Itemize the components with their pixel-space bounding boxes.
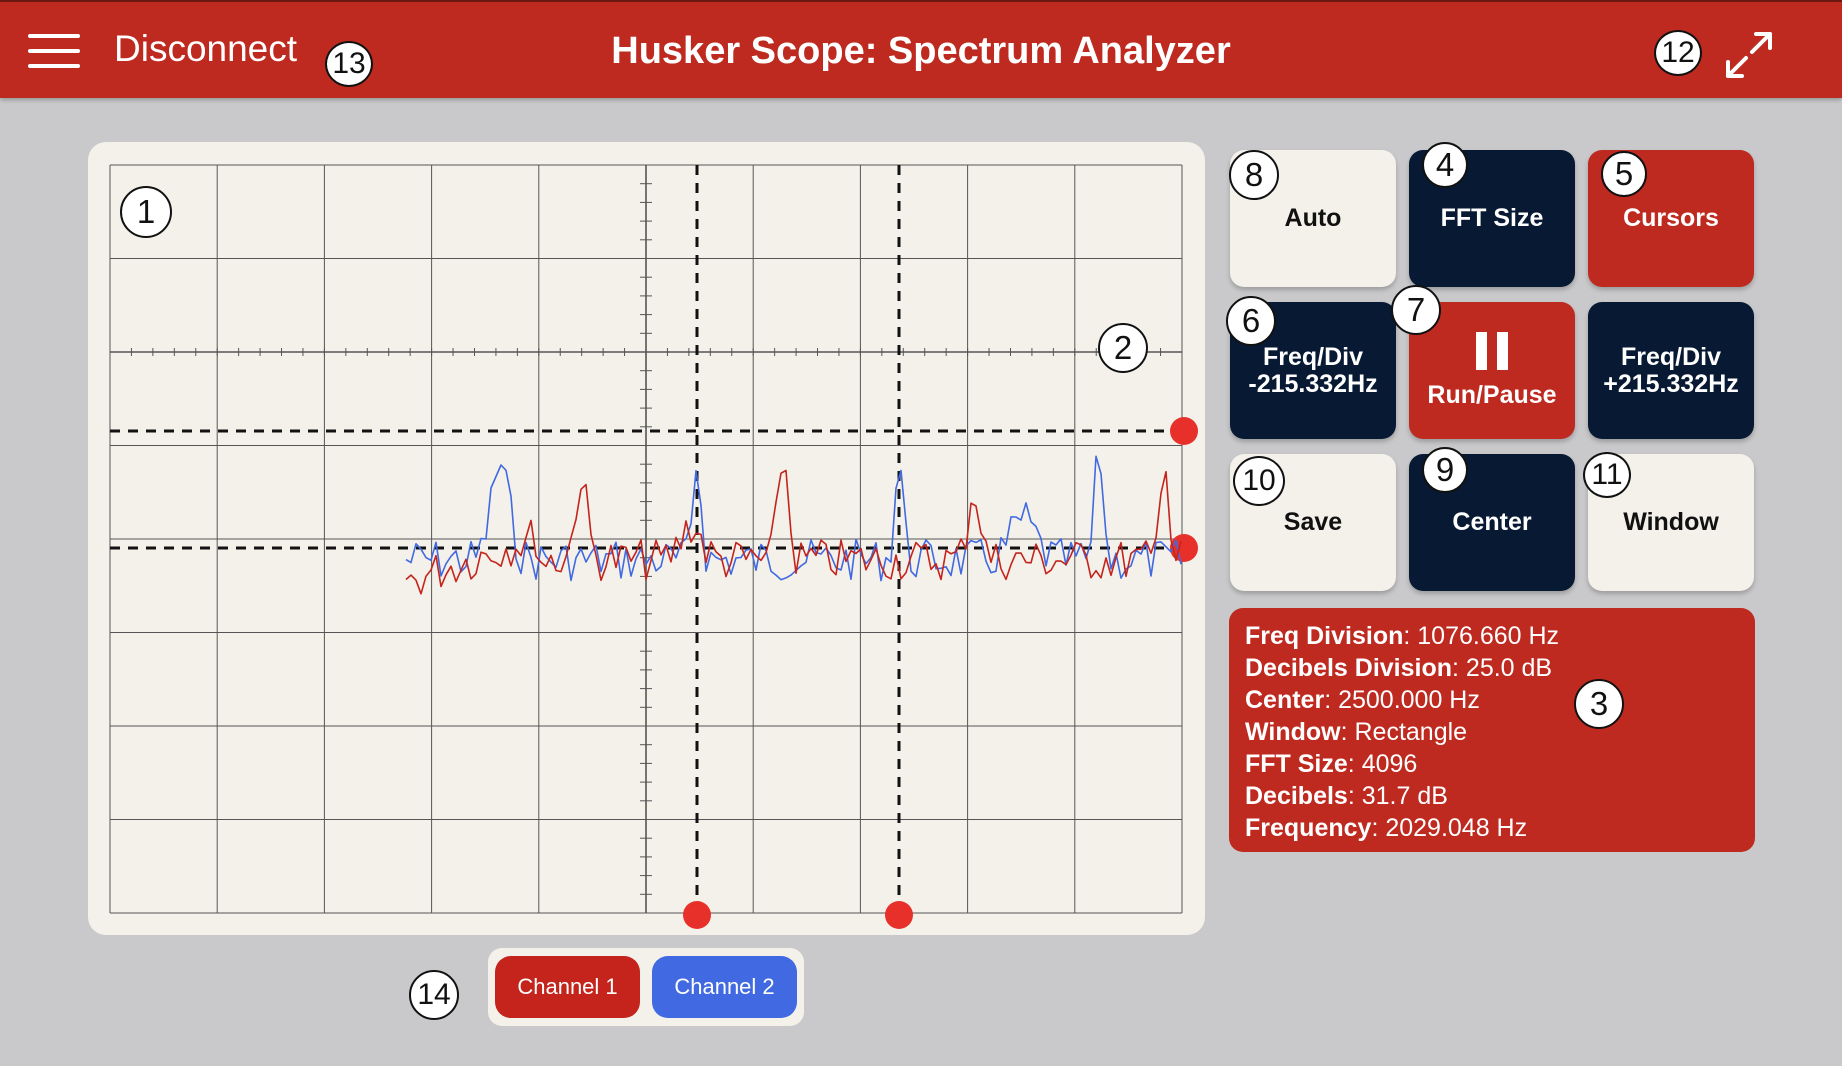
run-pause-label: Run/Pause: [1427, 381, 1557, 409]
callout-2: 2: [1098, 323, 1148, 373]
info-frequency: Frequency: 2029.048 Hz: [1245, 814, 1528, 842]
window-label: Window: [1623, 508, 1719, 536]
channel-selector: Channel 1 Channel 2: [488, 948, 804, 1026]
callout-3: 3: [1574, 679, 1624, 729]
spectrum-plot[interactable]: [88, 142, 1205, 935]
channel-2-trace: [405, 455, 1182, 582]
info-decibels: Decibels: 31.7 dB: [1245, 782, 1448, 810]
callout-14: 14: [409, 970, 459, 1020]
callout-11: 11: [1583, 452, 1631, 498]
info-center: Center: 2500.000 Hz: [1245, 686, 1480, 714]
cursors-label: Cursors: [1623, 204, 1719, 232]
freq-div-increase-value: +215.332Hz: [1603, 369, 1739, 398]
callout-7: 7: [1391, 285, 1441, 335]
center-label: Center: [1452, 508, 1532, 536]
callout-9: 9: [1422, 447, 1468, 493]
vertical-cursor-handle: [683, 901, 711, 929]
vertical-cursor-handle: [885, 901, 913, 929]
callout-8: 8: [1229, 150, 1279, 200]
callout-5: 5: [1601, 151, 1647, 197]
callout-6: 6: [1226, 296, 1276, 346]
info-fft-size: FFT Size: 4096: [1245, 750, 1418, 778]
callout-1: 1: [120, 186, 172, 238]
pause-icon: [1476, 332, 1508, 370]
expand-arrows-icon[interactable]: [1722, 28, 1776, 82]
channel-1-button[interactable]: Channel 1: [495, 956, 640, 1018]
callout-10: 10: [1233, 456, 1285, 506]
save-label: Save: [1283, 508, 1343, 536]
fft-size-label: FFT Size: [1440, 204, 1544, 232]
callout-4: 4: [1422, 142, 1468, 188]
callout-12: 12: [1654, 30, 1702, 76]
top-app-bar: Disconnect Husker Scope: Spectrum Analyz…: [0, 0, 1842, 98]
horizontal-cursor-handle: [1170, 534, 1198, 562]
spectrum-display-panel: [88, 142, 1205, 935]
callout-13: 13: [325, 41, 373, 87]
info-freq-division: Freq Division: 1076.660 Hz: [1245, 622, 1560, 650]
info-window: Window: Rectangle: [1245, 718, 1468, 746]
freq-div-increase-label: Freq/Div: [1620, 342, 1722, 371]
info-decibels-division: Decibels Division: 25.0 dB: [1245, 654, 1553, 682]
channel-1-trace: [405, 469, 1182, 595]
page-title: Husker Scope: Spectrum Analyzer: [611, 30, 1231, 72]
measurement-info-panel: Freq Division: 1076.660 Hz Decibels Divi…: [1229, 608, 1755, 852]
auto-label: Auto: [1284, 204, 1342, 232]
channel-2-button[interactable]: Channel 2: [652, 956, 797, 1018]
freq-div-decrease-label: Freq/Div: [1262, 342, 1364, 371]
freq-div-increase-button[interactable]: Freq/Div +215.332Hz: [1588, 302, 1754, 439]
horizontal-cursor-handle: [1170, 417, 1198, 445]
freq-div-decrease-value: -215.332Hz: [1248, 369, 1378, 398]
